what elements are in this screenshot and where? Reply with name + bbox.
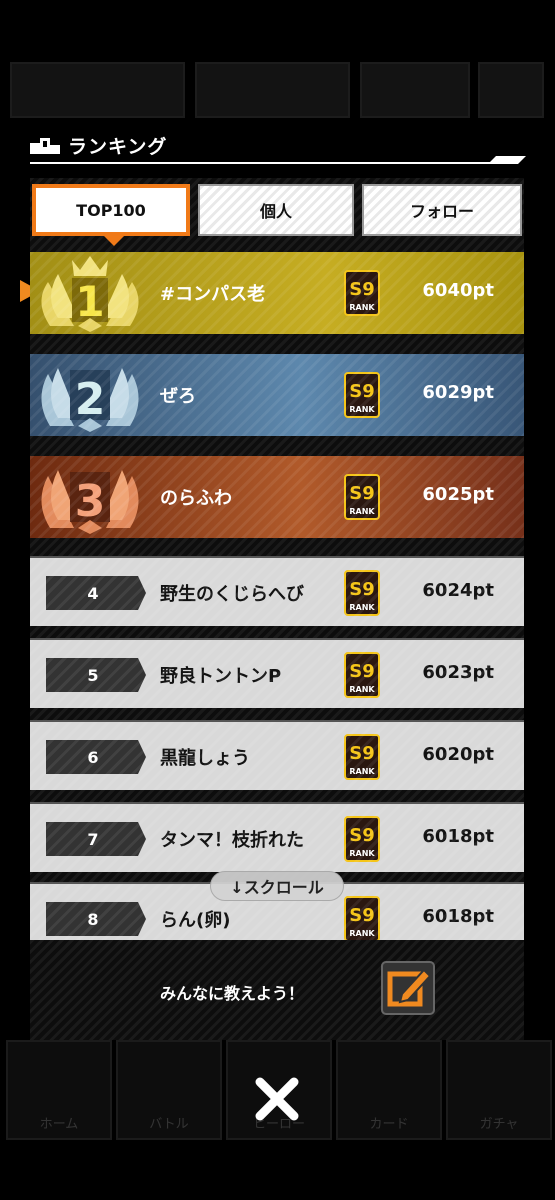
player-name: タンマ！枝折れた [160,830,304,851]
rank-number-box: 4 [46,576,146,610]
tab-top100-label: TOP100 [76,200,146,220]
s9-rank-badge-icon: S9 RANK [344,372,380,418]
ranking-header: ランキング [30,130,526,170]
player-points: 6018pt [422,906,494,927]
s9-rank-badge-icon: S9 RANK [344,896,380,940]
bronze-medal-icon: 3 [41,470,139,534]
gold-medal-icon: 1 [41,256,139,332]
share-label: みんなに教えよう！ [160,984,305,1003]
rank-badge-label: RANK [349,929,375,938]
bg-tab-gacha: ガチャ [446,1040,552,1140]
scroll-hint[interactable]: ↓スクロール [210,871,344,901]
bg-recruit-box [478,62,544,118]
player-points: 6018pt [422,826,494,847]
header-divider-accent [488,156,526,164]
tab-individual-label: 個人 [259,202,292,221]
ranking-row-1[interactable]: 1 #コンパス老 S9 RANK 6040pt [30,252,524,334]
player-name: 黒龍しょう [160,748,250,769]
s9-rank-badge-icon: S9 RANK [344,734,380,780]
player-points: 6029pt [422,382,494,403]
player-name: らん(卵) [160,910,231,931]
bg-tab-card: カード [336,1040,442,1140]
player-name: 野生のくじらへび [160,584,304,605]
tab-follow[interactable]: フォロー [362,184,522,236]
rank-badge-text: S9 [349,381,375,402]
rank-badge-text: S9 [349,661,375,682]
header-divider [30,162,500,164]
rank-badge-text: S9 [349,279,375,300]
page-title: ランキング [68,136,168,158]
bg-tab-battle: バトル [116,1040,222,1140]
silver-medal-icon: 2 [41,368,139,432]
s9-rank-badge-icon: S9 RANK [344,570,380,616]
player-name: #コンパス老 [160,284,266,305]
player-name: ぜろ [160,386,196,407]
rank-badge-label: RANK [349,405,375,414]
player-points: 6040pt [422,280,494,301]
rank-badge-text: S9 [349,905,375,926]
bg-tab-home: ホーム [6,1040,112,1140]
player-points: 6025pt [422,484,494,505]
podium-icon [30,138,60,154]
player-points: 6020pt [422,744,494,765]
bg-score-box [195,62,350,118]
tab-follow-label: フォロー [409,202,474,221]
rank-badge-text: S9 [349,825,375,846]
s9-rank-badge-icon: S9 RANK [344,816,380,862]
rank-badge-label: RANK [349,849,375,858]
tab-top100[interactable]: TOP100 [32,184,190,246]
ranking-row-4[interactable]: 4 野生のくじらへび S9 RANK 6024pt [30,556,524,626]
s9-rank-badge-icon: S9 RANK [344,270,380,316]
ranking-row-7[interactable]: 7 タンマ！枝折れた S9 RANK 6018pt [30,802,524,872]
ranking-row-3[interactable]: 3 のらふわ S9 RANK 6025pt [30,456,524,538]
rank-number: 3 [75,476,106,527]
selected-tab-indicator [102,234,126,246]
player-points: 6023pt [422,662,494,683]
ranking-row-5[interactable]: 5 野良トントンP S9 RANK 6023pt [30,638,524,708]
rank-number: 2 [75,374,106,425]
bg-currency-box [360,62,470,118]
ranking-row-6[interactable]: 6 黒龍しょう S9 RANK 6020pt [30,720,524,790]
rank-number-box: 8 [46,902,146,936]
rank-badge-label: RANK [349,685,375,694]
player-name: 野良トントンP [160,666,282,687]
rank-number-box: 5 [46,658,146,692]
rank-badge-label: RANK [349,507,375,516]
rank-badge-label: RANK [349,767,375,776]
close-icon[interactable] [250,1072,304,1126]
rank-badge-text: S9 [349,579,375,600]
s9-rank-badge-icon: S9 RANK [344,474,380,520]
player-name: のらふわ [160,488,232,509]
ranking-row-2[interactable]: 2 ぜろ S9 RANK 6029pt [30,354,524,436]
rank-badge-text: S9 [349,743,375,764]
s9-rank-badge-icon: S9 RANK [344,652,380,698]
share-edit-button[interactable] [380,960,436,1016]
rank-badge-label: RANK [349,603,375,612]
tab-individual[interactable]: 個人 [198,184,354,236]
rank-badge-text: S9 [349,483,375,504]
share-section: みんなに教えよう！ [30,940,524,1040]
bg-player-box [10,62,185,118]
background-status-bar [0,62,555,122]
rank-number-box: 7 [46,822,146,856]
rank-number-box: 6 [46,740,146,774]
player-points: 6024pt [422,580,494,601]
rank-badge-label: RANK [349,303,375,312]
